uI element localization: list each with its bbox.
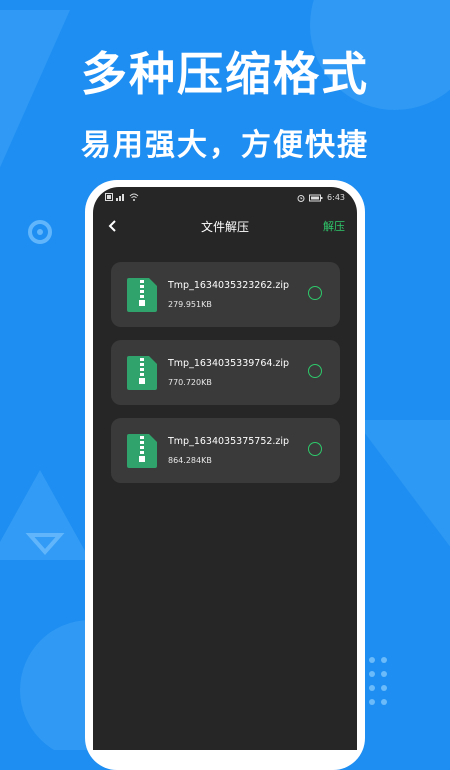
select-radio[interactable] bbox=[308, 364, 322, 378]
alarm-icon bbox=[297, 194, 305, 202]
file-item[interactable]: Tmp_1634035339764.zip 770.720KB bbox=[111, 340, 340, 405]
battery-icon bbox=[309, 194, 323, 201]
select-radio[interactable] bbox=[308, 442, 322, 456]
zip-file-icon bbox=[127, 278, 157, 312]
zip-file-icon bbox=[127, 434, 157, 468]
extract-button[interactable]: 解压 bbox=[323, 218, 345, 234]
signal-icon bbox=[116, 194, 124, 201]
zip-file-icon bbox=[127, 356, 157, 390]
file-size: 279.951KB bbox=[168, 300, 212, 309]
select-radio[interactable] bbox=[308, 286, 322, 300]
file-name: Tmp_1634035375752.zip bbox=[168, 436, 290, 447]
status-right: 6:43 bbox=[297, 193, 345, 202]
status-time: 6:43 bbox=[327, 193, 345, 202]
file-item[interactable]: Tmp_1634035375752.zip 864.284KB bbox=[111, 418, 340, 483]
file-size: 770.720KB bbox=[168, 378, 212, 387]
promo-headline: 多种压缩格式 bbox=[81, 47, 369, 101]
file-item[interactable]: Tmp_1634035323262.zip 279.951KB bbox=[111, 262, 340, 327]
file-size: 864.284KB bbox=[168, 456, 212, 465]
file-name: Tmp_1634035323262.zip bbox=[168, 280, 290, 291]
status-left bbox=[105, 193, 139, 201]
phone-screen: 6:43 文件解压 解压 Tmp_1634035323262.zip 279.9… bbox=[93, 187, 357, 750]
page-title: 文件解压 bbox=[200, 220, 249, 234]
sim-icon bbox=[105, 193, 113, 201]
promo-subline: 易用强大，方便快捷 bbox=[81, 128, 369, 163]
nav-bar: 文件解压 解压 bbox=[93, 209, 357, 249]
wifi-icon bbox=[129, 193, 139, 201]
file-list: Tmp_1634035323262.zip 279.951KB Tmp_1634… bbox=[111, 262, 340, 496]
file-name: Tmp_1634035339764.zip bbox=[168, 358, 290, 369]
status-bar: 6:43 bbox=[93, 187, 357, 209]
